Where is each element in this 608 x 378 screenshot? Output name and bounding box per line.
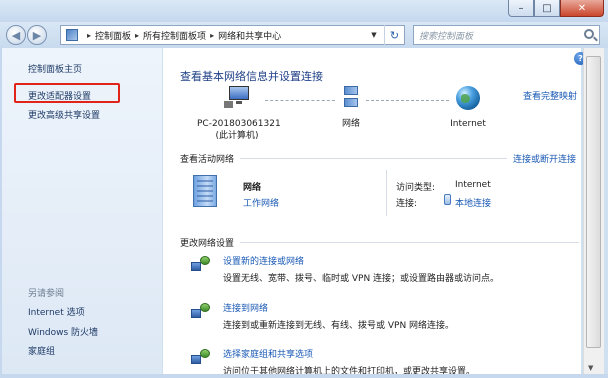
full-map-link[interactable]: 查看完整映射 <box>523 89 577 102</box>
network-icon <box>342 86 360 110</box>
connection-label: 连接: <box>396 199 418 209</box>
divider <box>240 242 579 243</box>
address-bar[interactable]: ▸ 控制面板 ▸ 所有控制面板项 ▸ 网络和共享中心 ▼ ↻ <box>60 25 405 45</box>
close-button[interactable]: ✕ <box>560 0 604 17</box>
back-button[interactable]: ◀ <box>6 25 26 45</box>
scroll-down-icon[interactable]: ▼ <box>588 364 593 372</box>
forward-button[interactable]: ▶ <box>27 25 47 45</box>
scrollbar-thumb[interactable] <box>586 56 601 348</box>
search-icon[interactable] <box>584 29 594 39</box>
network-connection-line <box>366 100 449 101</box>
internet-node[interactable]: Internet <box>438 86 498 130</box>
breadcrumb-separator-icon[interactable]: ▸ <box>87 31 91 40</box>
network-name: 网络 <box>243 183 262 193</box>
vertical-divider <box>386 170 387 216</box>
breadcrumb-all-items[interactable]: 所有控制面板项 <box>143 29 206 42</box>
close-icon: ✕ <box>577 2 587 14</box>
main-content: 查看基本网络信息并设置连接 查看完整映射 PC-201803061321 (此计… <box>163 48 581 374</box>
minimize-button[interactable]: – <box>508 0 534 17</box>
control-panel-icon <box>66 29 78 41</box>
task-title-link[interactable]: 选择家庭组和共享选项 <box>223 347 313 360</box>
globe-icon <box>456 86 480 110</box>
connect-network-icon <box>191 303 211 321</box>
breadcrumb-separator-icon[interactable]: ▸ <box>210 31 214 40</box>
sidebar: 控制面板主页 更改适配器设置 更改高级共享设置 另请参阅 Internet 选项… <box>2 48 162 374</box>
page-title: 查看基本网络信息并设置连接 <box>180 70 323 83</box>
address-dropdown-icon[interactable]: ▼ <box>367 26 381 44</box>
network-type-link[interactable]: 工作网络 <box>243 196 279 209</box>
vertical-scrollbar[interactable]: ▼ <box>583 48 604 374</box>
window-controls: – □ ✕ <box>508 0 604 17</box>
sidebar-link-firewall[interactable]: Windows 防火墙 <box>28 325 98 338</box>
see-also-heading: 另请参阅 <box>28 289 65 299</box>
new-connection-icon <box>191 256 211 274</box>
homegroup-icon <box>191 349 211 367</box>
work-network-icon[interactable] <box>193 175 217 207</box>
change-settings-heading: 更改网络设置 <box>180 239 235 249</box>
sidebar-link-internet-options[interactable]: Internet 选项 <box>28 305 85 318</box>
maximize-button[interactable]: □ <box>534 0 560 17</box>
refresh-icon[interactable]: ↻ <box>384 25 404 45</box>
search-placeholder: 搜索控制面板 <box>419 31 474 42</box>
sidebar-link-adapter-settings[interactable]: 更改适配器设置 <box>28 89 91 102</box>
computer-icon <box>224 86 250 108</box>
divider <box>240 158 507 159</box>
sidebar-link-home[interactable]: 控制面板主页 <box>28 62 82 75</box>
access-type-value: Internet <box>455 180 491 190</box>
window-bottom-frame <box>0 374 608 378</box>
network-node[interactable]: 网络 <box>331 86 371 130</box>
forward-arrow-icon: ▶ <box>32 28 42 42</box>
computer-name: PC-201803061321 <box>197 119 281 129</box>
task-title-link[interactable]: 连接到网络 <box>223 301 268 314</box>
internet-node-label: Internet <box>450 119 486 129</box>
title-bar: – □ ✕ <box>0 0 608 22</box>
network-node-label: 网络 <box>341 119 360 129</box>
sidebar-link-advanced-sharing[interactable]: 更改高级共享设置 <box>28 108 100 121</box>
connection-link[interactable]: 本地连接 <box>455 196 491 209</box>
sidebar-link-homegroup[interactable]: 家庭组 <box>28 344 55 357</box>
computer-subtitle: (此计算机) <box>215 131 259 141</box>
search-box[interactable]: 搜索控制面板 <box>413 25 600 45</box>
breadcrumb-network-center[interactable]: 网络和共享中心 <box>218 29 281 42</box>
breadcrumb-separator-icon[interactable]: ▸ <box>135 31 139 40</box>
back-arrow-icon: ◀ <box>11 28 21 42</box>
ethernet-icon <box>444 194 451 205</box>
maximize-icon: □ <box>542 2 552 14</box>
access-type-label: 访问类型: <box>396 183 436 193</box>
active-networks-heading: 查看活动网络 <box>180 155 235 165</box>
this-computer-node[interactable]: PC-201803061321 (此计算机) <box>197 86 281 142</box>
task-title-link[interactable]: 设置新的连接或网络 <box>223 254 304 267</box>
task-description: 访问位于其他网络计算机上的文件和打印机，或更改共享设置。 <box>223 367 476 374</box>
task-description: 设置无线、宽带、拨号、临时或 VPN 连接；或设置路由器或访问点。 <box>223 274 500 284</box>
minimize-icon: – <box>518 2 524 14</box>
breadcrumb-control-panel[interactable]: 控制面板 <box>95 29 131 42</box>
connect-disconnect-link[interactable]: 连接或断开连接 <box>513 152 576 165</box>
task-description: 连接到或重新连接到无线、有线、拨号或 VPN 网络连接。 <box>223 321 455 331</box>
navigation-bar: ◀ ▶ ▸ 控制面板 ▸ 所有控制面板项 ▸ 网络和共享中心 ▼ ↻ 搜索控制面… <box>0 22 608 48</box>
